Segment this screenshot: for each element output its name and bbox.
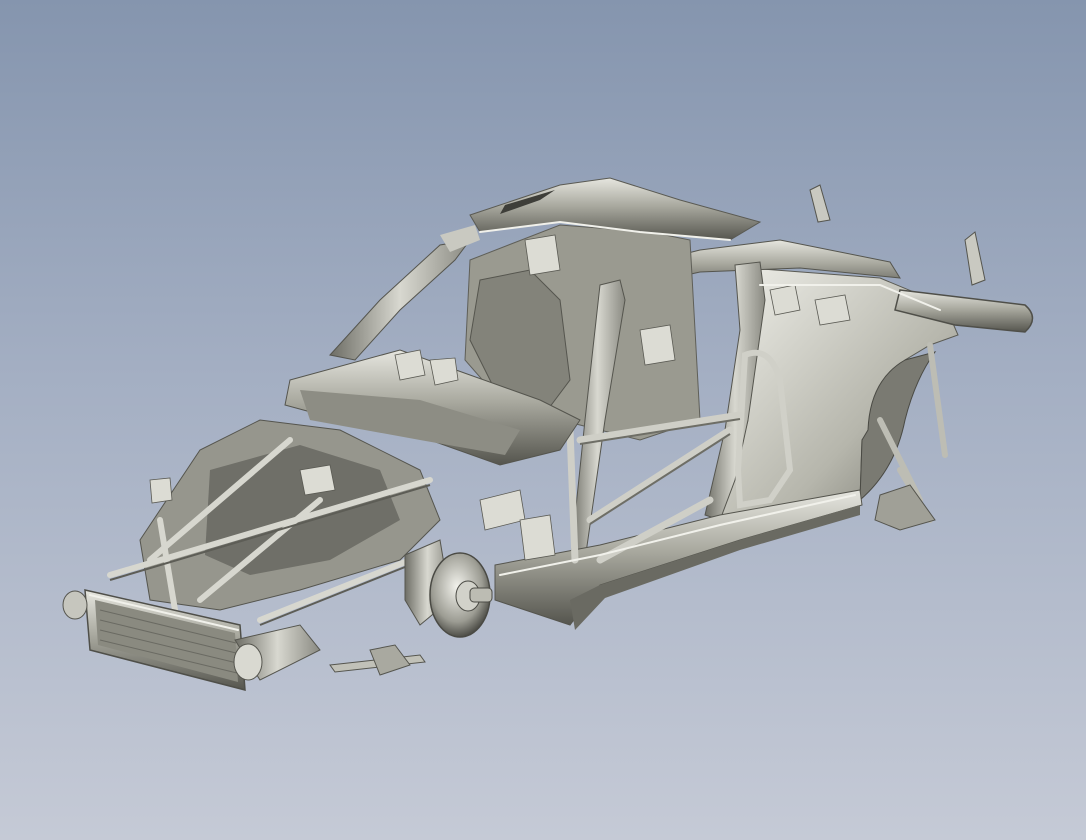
tie-rod-end — [369, 644, 411, 676]
rear-wing-mount — [964, 231, 986, 286]
side-sill — [494, 489, 863, 626]
windscreen-frame — [329, 239, 472, 361]
model-render[interactable] — [0, 0, 1086, 840]
rear-wing-mount-left — [809, 184, 831, 223]
front-axle-stub — [469, 587, 493, 603]
front-crash-tube-end — [233, 643, 263, 681]
front-left-tube-end — [62, 590, 88, 620]
3d-viewport[interactable] — [0, 0, 1086, 840]
rear-hub-fragment — [874, 484, 936, 531]
